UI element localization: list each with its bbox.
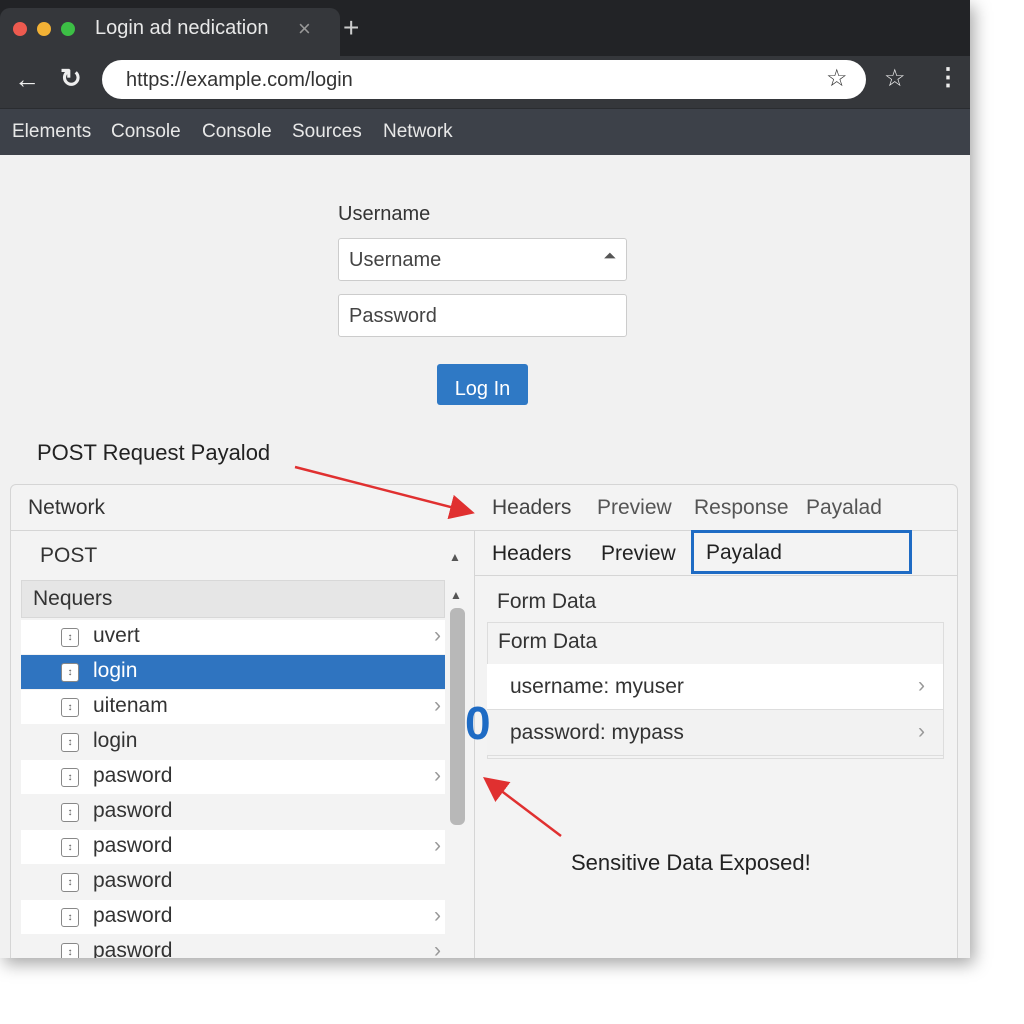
arrow-to-form-data <box>483 776 562 837</box>
annotation-arrows <box>294 465 562 837</box>
arrow-to-tabs <box>294 465 475 520</box>
